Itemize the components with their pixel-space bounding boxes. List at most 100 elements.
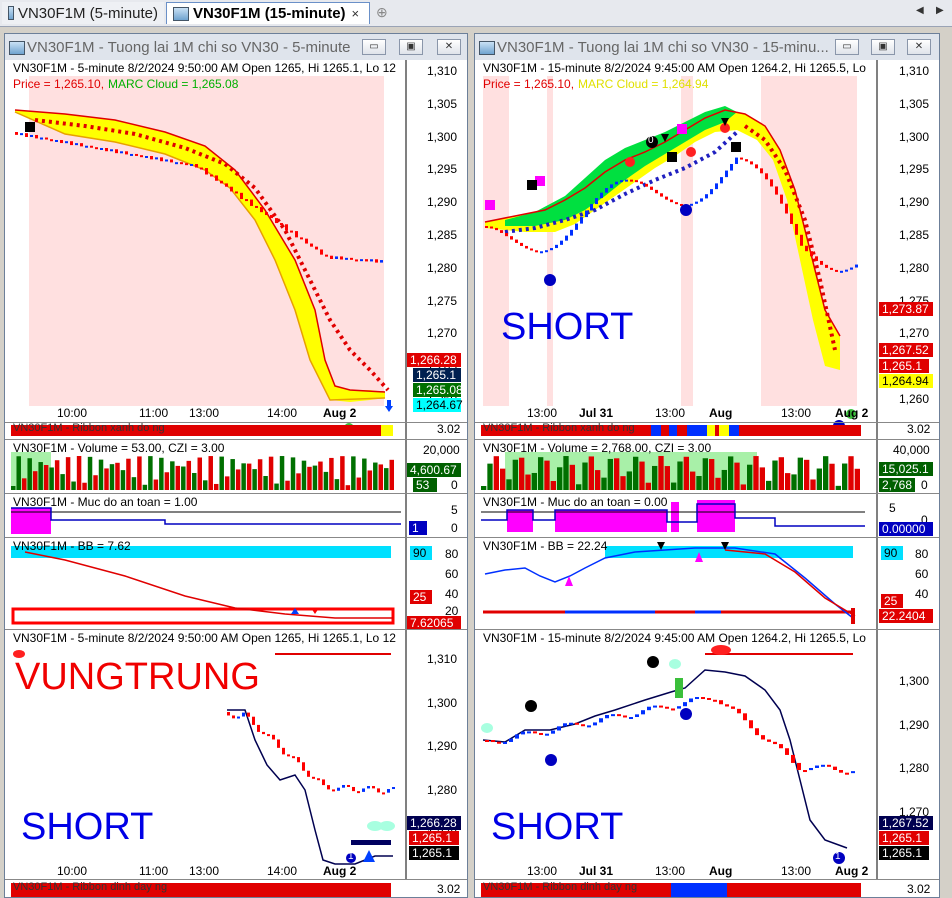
candle [100, 147, 103, 150]
close-button[interactable]: ✕ [437, 39, 461, 55]
candle [495, 227, 498, 231]
volume-bar [104, 468, 109, 490]
marc-label: MARC Cloud = 1,265.08 [108, 77, 239, 91]
candle [500, 230, 503, 233]
volume-bar [197, 457, 202, 490]
volume-bar [538, 457, 544, 490]
ribbon-label: VN30F1M - Ribbon dinh day ng [483, 881, 638, 893]
candle [491, 740, 495, 743]
candle [509, 738, 513, 742]
volume-bar [557, 467, 563, 490]
maximize-button[interactable]: ▣ [871, 39, 895, 55]
candle [275, 218, 278, 224]
volume-bar [21, 478, 27, 490]
candle [347, 784, 350, 787]
candle [245, 199, 248, 202]
candle [555, 244, 558, 249]
candle [382, 792, 385, 795]
candle [820, 260, 823, 265]
candle [115, 149, 118, 154]
volume-bar [658, 456, 664, 490]
candle [515, 239, 518, 243]
y-tick: 5 [451, 503, 458, 517]
volume-bar [175, 465, 181, 490]
candle [195, 164, 198, 168]
candle [623, 715, 627, 718]
volume-bar [791, 474, 797, 490]
volume-bar [835, 485, 841, 490]
y-tick: 20,000 [423, 443, 460, 457]
x-tick: 11:00 [139, 406, 169, 420]
maximize-button[interactable]: ▣ [399, 39, 423, 55]
candle [839, 769, 843, 773]
volume-bar [702, 458, 708, 490]
heikin-pane[interactable]: VN30F1M - 5-minute 8/2/2024 9:50:00 AM O… [5, 629, 467, 880]
tab-15-minute[interactable]: VN30F1M (15-minute) × [166, 2, 370, 24]
minimize-button[interactable]: ▭ [362, 39, 386, 55]
volume-bar [823, 456, 829, 490]
candle [707, 697, 711, 700]
candle [505, 232, 508, 237]
candle [165, 159, 168, 162]
candle [270, 215, 273, 219]
candle [851, 771, 855, 774]
volume-bar [582, 462, 588, 490]
x-tick: Aug 2 [835, 864, 869, 878]
volume-bar [595, 470, 601, 490]
candle [521, 731, 525, 735]
candle [719, 700, 723, 705]
candle [773, 741, 777, 745]
candle [827, 764, 831, 767]
heikin-pane[interactable]: VN30F1M - 15-minute 8/2/2024 9:45:00 AM … [475, 629, 939, 880]
volume-tag: 15,025.1 [879, 462, 933, 476]
volume-bar [137, 456, 142, 490]
candle [375, 259, 378, 263]
candle [357, 791, 360, 794]
tab-5-minute[interactable]: VN30F1M (5-minute) [2, 2, 164, 24]
candle [821, 764, 825, 767]
candle [262, 731, 265, 735]
candle [545, 250, 548, 253]
candle [252, 716, 255, 725]
candle [677, 706, 681, 709]
candle [225, 183, 228, 187]
candle [720, 177, 723, 184]
volume-bar [98, 459, 104, 490]
volume-bar [759, 467, 765, 490]
scroll-left-icon[interactable]: ◀ [916, 5, 924, 16]
candle [640, 181, 643, 184]
chart-icon [8, 6, 14, 20]
volume-bar [345, 485, 351, 490]
volume-bar [671, 482, 677, 490]
price-pane[interactable]: VN30F1M - 15-minute 8/2/2024 9:45:00 AM … [475, 60, 939, 450]
volume-bar [512, 459, 518, 490]
close-button[interactable]: ✕ [907, 39, 931, 55]
price-pane[interactable]: VN30F1M - 5-minute 8/2/2024 9:50:00 AM O… [5, 60, 467, 450]
volume-bar [340, 456, 345, 490]
candle [257, 724, 260, 732]
scroll-right-icon[interactable]: ▶ [936, 5, 944, 16]
y-tick: 40 [445, 587, 459, 601]
window-title: VN30F1M - Tuong lai 1M chi so VN30 - 5-m… [27, 39, 351, 56]
y-tick: 1,290 [899, 717, 930, 732]
candle [230, 186, 233, 192]
volume-bar [778, 457, 784, 490]
candle [220, 180, 223, 184]
volume-bar [373, 462, 378, 490]
minimize-button[interactable]: ▭ [835, 39, 859, 55]
x-tick: 13:00 [189, 864, 220, 878]
candle [55, 139, 58, 142]
volume-bar [235, 469, 241, 490]
volume-label: VN30F1M - Volume = 2,768.00, CZI = 3.00 [483, 441, 712, 455]
candle [235, 191, 238, 194]
add-tab-icon[interactable]: ⊕ [376, 4, 388, 21]
candle [635, 714, 639, 718]
candle [565, 235, 568, 241]
candle [60, 139, 63, 144]
volume-bar [362, 458, 367, 490]
volume-bar [49, 467, 54, 490]
candle [645, 183, 648, 187]
candle [605, 714, 609, 719]
close-icon[interactable]: × [352, 6, 360, 21]
candle [255, 205, 258, 208]
